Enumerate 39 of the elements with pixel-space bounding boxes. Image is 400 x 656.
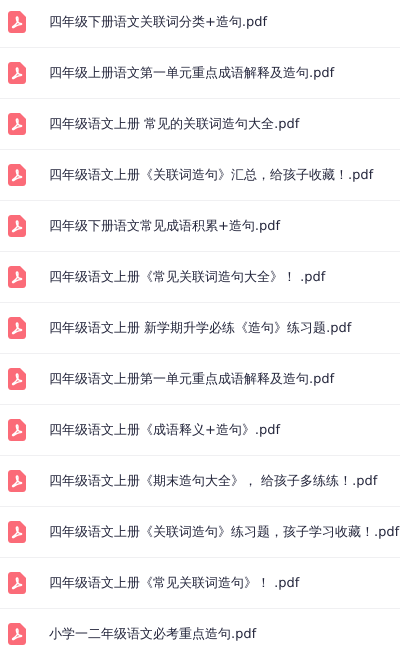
file-name: 四年级语文上册 新学期升学必练《造句》练习题.pdf	[49, 320, 352, 337]
pdf-file-icon	[8, 470, 26, 492]
file-name: 四年级语文上册《常见关联词造句》！ .pdf	[49, 575, 300, 592]
file-item[interactable]: 四年级语文上册《关联词造句》汇总，给孩子收藏！.pdf	[0, 150, 400, 201]
file-name: 四年级语文上册《常见关联词造句大全》！ .pdf	[49, 269, 326, 286]
file-item[interactable]: 四年级语文上册第一单元重点成语解释及造句.pdf	[0, 354, 400, 405]
file-item[interactable]: 四年级语文上册《期末造句大全》， 给孩子多练练！.pdf	[0, 456, 400, 507]
pdf-file-icon	[8, 419, 26, 441]
file-name: 四年级语文上册 常见的关联词造句大全.pdf	[49, 116, 300, 133]
pdf-file-icon	[8, 62, 26, 84]
pdf-file-icon	[8, 215, 26, 237]
pdf-file-icon	[8, 368, 26, 390]
pdf-file-icon	[8, 572, 26, 594]
pdf-file-icon	[8, 113, 26, 135]
file-item[interactable]: 四年级下册语文常见成语积累+造句.pdf	[0, 201, 400, 252]
pdf-file-icon	[8, 164, 26, 186]
file-item[interactable]: 四年级语文上册《成语释义+造句》.pdf	[0, 405, 400, 456]
file-item[interactable]: 小学一二年级语文必考重点造句.pdf	[0, 609, 400, 656]
file-item[interactable]: 四年级上册语文第一单元重点成语解释及造句.pdf	[0, 48, 400, 99]
file-name: 四年级语文上册《成语释义+造句》.pdf	[49, 422, 280, 439]
pdf-file-icon	[8, 266, 26, 288]
file-name: 四年级语文上册《期末造句大全》， 给孩子多练练！.pdf	[49, 473, 378, 490]
file-item[interactable]: 四年级语文上册 常见的关联词造句大全.pdf	[0, 99, 400, 150]
pdf-file-icon	[8, 317, 26, 339]
file-name: 小学一二年级语文必考重点造句.pdf	[49, 626, 256, 643]
file-item[interactable]: 四年级语文上册《常见关联词造句大全》！ .pdf	[0, 252, 400, 303]
file-name: 四年级下册语文常见成语积累+造句.pdf	[49, 218, 280, 235]
file-name: 四年级语文上册《关联词造句》汇总，给孩子收藏！.pdf	[49, 167, 374, 184]
file-name: 四年级语文上册《关联词造句》练习题，孩子学习收藏！.pdf	[49, 524, 400, 541]
pdf-file-icon	[8, 521, 26, 543]
file-name: 四年级上册语文第一单元重点成语解释及造句.pdf	[49, 65, 334, 82]
file-item[interactable]: 四年级语文上册《关联词造句》练习题，孩子学习收藏！.pdf	[0, 507, 400, 558]
file-item[interactable]: 四年级语文上册《常见关联词造句》！ .pdf	[0, 558, 400, 609]
file-item[interactable]: 四年级语文上册 新学期升学必练《造句》练习题.pdf	[0, 303, 400, 354]
pdf-file-icon	[8, 623, 26, 645]
file-name: 四年级下册语文关联词分类+造句.pdf	[49, 14, 268, 31]
pdf-file-icon	[8, 11, 26, 33]
file-name: 四年级语文上册第一单元重点成语解释及造句.pdf	[49, 371, 334, 388]
file-item[interactable]: 四年级下册语文关联词分类+造句.pdf	[0, 0, 400, 48]
